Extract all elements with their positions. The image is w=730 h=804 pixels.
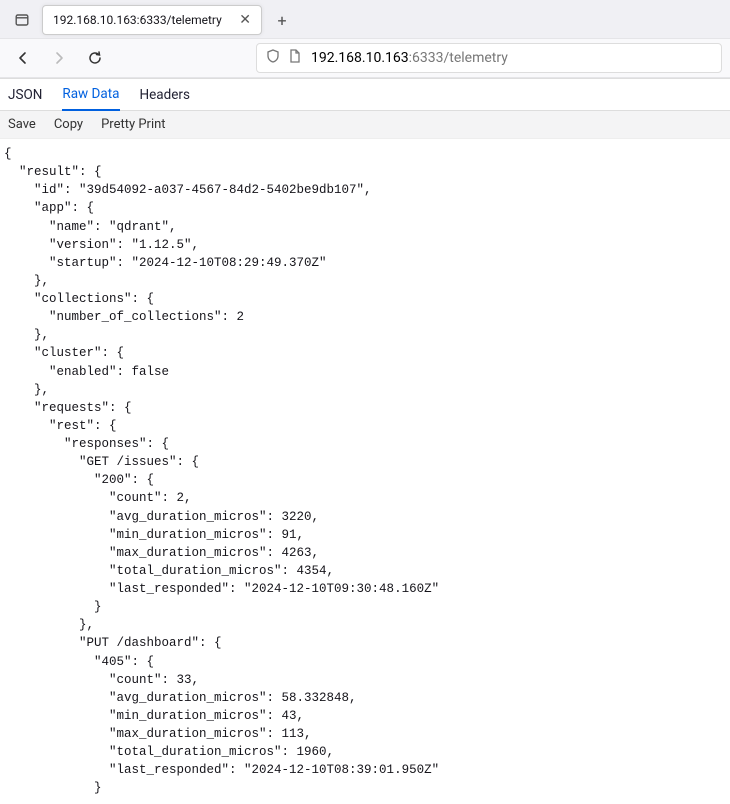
tab-headers[interactable]: Headers <box>140 79 190 111</box>
url-text: 192.168.10.163:6333/telemetry <box>311 50 508 66</box>
tab-raw-data[interactable]: Raw Data <box>62 79 119 111</box>
tab-json[interactable]: JSON <box>8 79 42 111</box>
save-button[interactable]: Save <box>8 117 36 132</box>
viewer-tab-bar: JSON Raw Data Headers <box>0 79 730 111</box>
reload-button[interactable] <box>80 43 110 73</box>
new-tab-button[interactable]: + <box>268 6 296 34</box>
shield-icon <box>265 48 281 68</box>
browser-tab[interactable]: 192.168.10.163:6333/telemetry ✕ <box>42 5 262 35</box>
url-bar[interactable]: 192.168.10.163:6333/telemetry <box>256 43 722 73</box>
json-content: { "result": { "id": "39d54092-a037-4567-… <box>0 139 730 804</box>
back-button[interactable] <box>8 43 38 73</box>
tab-title: 192.168.10.163:6333/telemetry <box>53 13 229 27</box>
action-bar: Save Copy Pretty Print <box>0 111 730 139</box>
tablist-button[interactable] <box>8 6 36 34</box>
copy-button[interactable]: Copy <box>54 117 83 132</box>
close-icon[interactable]: ✕ <box>239 12 251 28</box>
document-icon <box>287 48 303 68</box>
forward-button[interactable] <box>44 43 74 73</box>
pretty-print-button[interactable]: Pretty Print <box>101 117 165 132</box>
